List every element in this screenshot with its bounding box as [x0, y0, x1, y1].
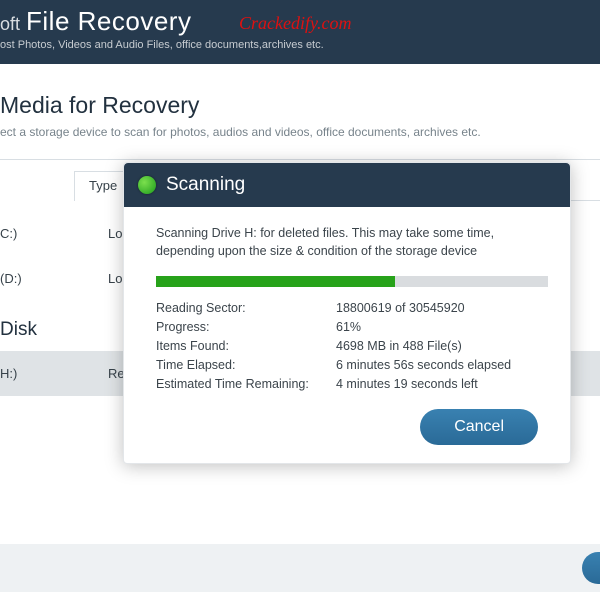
- watermark-text: Crackedify.com: [239, 13, 351, 34]
- cancel-button[interactable]: Cancel: [420, 409, 538, 445]
- time-elapsed-value: 6 minutes 56s seconds elapsed: [336, 358, 548, 372]
- items-found-value: 4698 MB in 488 File(s): [336, 339, 548, 353]
- time-elapsed-label: Time Elapsed:: [156, 358, 336, 372]
- app-tagline: ost Photos, Videos and Audio Files, offi…: [0, 39, 600, 51]
- divider: [0, 159, 600, 160]
- progress-details: Reading Sector: 18800619 of 30545920 Pro…: [156, 301, 548, 391]
- dialog-header: Scanning: [124, 163, 570, 207]
- progress-label: Progress:: [156, 320, 336, 334]
- page-heading-block: Media for Recovery ect a storage device …: [0, 64, 600, 153]
- drive-label: C:): [0, 226, 60, 241]
- dialog-body: Scanning Drive H: for deleted files. Thi…: [124, 207, 570, 463]
- progress-bar: [156, 276, 548, 287]
- items-found-label: Items Found:: [156, 339, 336, 353]
- time-remaining-value: 4 minutes 19 seconds left: [336, 377, 548, 391]
- progress-fill: [156, 276, 395, 287]
- reading-sector-value: 18800619 of 30545920: [336, 301, 548, 315]
- brand-suffix: oft: [0, 15, 20, 33]
- drive-label: H:): [0, 366, 60, 381]
- app-header: oft File Recovery ost Photos, Videos and…: [0, 0, 600, 64]
- page-subtitle: ect a storage device to scan for photos,…: [0, 125, 600, 139]
- dialog-title: Scanning: [166, 174, 245, 196]
- drive-label: (D:): [0, 271, 60, 286]
- reading-sector-label: Reading Sector:: [156, 301, 336, 315]
- status-dot-icon: [138, 176, 156, 194]
- progress-value: 61%: [336, 320, 548, 334]
- dialog-message: Scanning Drive H: for deleted files. Thi…: [156, 225, 548, 260]
- page-title: Media for Recovery: [0, 92, 600, 119]
- app-title: File Recovery: [26, 6, 191, 37]
- time-remaining-label: Estimated Time Remaining:: [156, 377, 336, 391]
- footer-bar: [0, 544, 600, 592]
- scanning-dialog: Scanning Scanning Drive H: for deleted f…: [123, 162, 571, 464]
